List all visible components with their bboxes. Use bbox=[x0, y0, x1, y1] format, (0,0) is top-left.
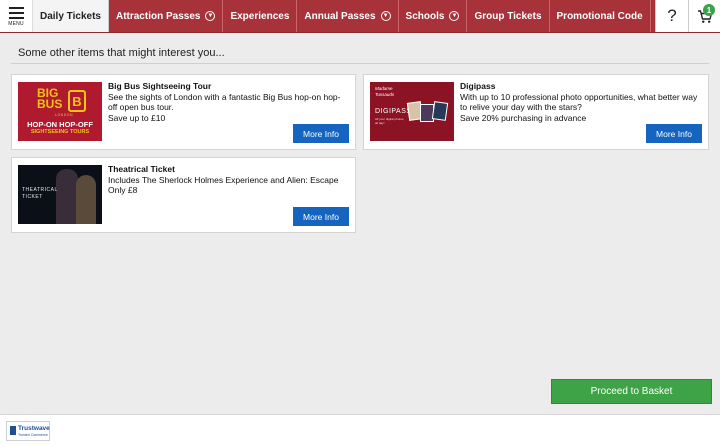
big-bus-logo-word: BIG BUS bbox=[37, 86, 63, 111]
product-description: Includes The Sherlock Holmes Experience … bbox=[108, 174, 339, 185]
product-title: Big Bus Sightseeing Tour bbox=[108, 81, 212, 91]
section-heading: Some other items that might interest you… bbox=[18, 47, 225, 59]
hamburger-icon-bar bbox=[8, 16, 24, 19]
tab-label: Daily Tickets bbox=[40, 10, 101, 22]
big-bus-logo-icon: B bbox=[68, 90, 86, 112]
divider bbox=[11, 63, 709, 64]
hamburger-icon-bar bbox=[8, 11, 24, 14]
menu-button[interactable]: MENU bbox=[0, 0, 33, 32]
digipass-small: All your digital photos, all day! bbox=[375, 117, 405, 125]
product-card-digipass: Madame Tussauds DIGIPASS All your digita… bbox=[363, 74, 709, 150]
tab-label: Attraction Passes bbox=[115, 10, 201, 22]
more-info-button[interactable]: More Info bbox=[293, 124, 349, 143]
big-bus-logo-sub: LONDON bbox=[55, 113, 73, 117]
theatrical-thumbnail[interactable]: THEATRICAL TICKET bbox=[18, 165, 102, 224]
tab-label: Experiences bbox=[230, 10, 290, 22]
tab-attraction-passes[interactable]: Attraction Passes ▼ bbox=[109, 0, 224, 32]
footer: Trustwave Trusted Commerce bbox=[0, 414, 720, 447]
tab-daily-tickets[interactable]: Daily Tickets bbox=[33, 0, 109, 32]
more-info-button[interactable]: More Info bbox=[646, 124, 702, 143]
digipass-thumbnail[interactable]: Madame Tussauds DIGIPASS All your digita… bbox=[370, 82, 454, 141]
trustwave-sub: Trusted Commerce bbox=[18, 433, 48, 437]
big-bus-hop-text: HOP-ON HOP-OFF bbox=[27, 120, 93, 129]
help-button[interactable]: ? bbox=[655, 0, 688, 32]
trustwave-seal[interactable]: Trustwave Trusted Commerce bbox=[6, 421, 50, 441]
product-title: Theatrical Ticket bbox=[108, 164, 175, 174]
figure-image bbox=[56, 169, 78, 224]
product-text: Theatrical Ticket Includes The Sherlock … bbox=[108, 164, 348, 196]
more-info-button[interactable]: More Info bbox=[293, 207, 349, 226]
product-description: With up to 10 professional photo opportu… bbox=[460, 91, 698, 113]
basket-button[interactable]: 1 bbox=[688, 0, 720, 32]
big-bus-sight-text: SIGHTSEEING TOURS bbox=[30, 129, 90, 135]
tab-label: Promotional Code bbox=[556, 10, 643, 22]
product-description: See the sights of London with a fantasti… bbox=[108, 91, 341, 113]
product-card-theatrical: THEATRICAL TICKET Theatrical Ticket Incl… bbox=[11, 157, 356, 233]
product-price: Save 20% purchasing in advance bbox=[460, 112, 587, 123]
photo-image bbox=[431, 101, 449, 121]
tab-experiences[interactable]: Experiences bbox=[223, 0, 298, 32]
product-card-big-bus: BIG BUS B LONDON HOP-ON HOP-OFF SIGHTSEE… bbox=[11, 74, 356, 150]
chevron-down-icon: ▼ bbox=[380, 11, 391, 21]
top-nav: MENU Daily Tickets Attraction Passes ▼ E… bbox=[0, 0, 720, 33]
cart-count-badge: 1 bbox=[703, 4, 715, 16]
theatrical-word: THEATRICAL TICKET bbox=[22, 187, 58, 200]
product-price: Save up to £10 bbox=[108, 112, 166, 123]
tab-promotional-code[interactable]: Promotional Code bbox=[550, 0, 651, 32]
tab-schools[interactable]: Schools ▼ bbox=[399, 0, 468, 32]
digipass-word: DIGIPASS bbox=[375, 108, 412, 115]
chevron-down-icon: ▼ bbox=[205, 11, 216, 21]
hamburger-icon bbox=[8, 6, 24, 9]
tab-label: Schools bbox=[405, 10, 445, 22]
product-price: Only £8 bbox=[108, 185, 138, 195]
tab-label: Annual Passes bbox=[304, 10, 376, 22]
figure-image bbox=[76, 175, 96, 224]
big-bus-thumbnail[interactable]: BIG BUS B LONDON HOP-ON HOP-OFF SIGHTSEE… bbox=[18, 82, 102, 141]
product-text: Digipass With up to 10 professional phot… bbox=[460, 81, 700, 123]
chevron-down-icon: ▼ bbox=[449, 11, 460, 21]
menu-label: MENU bbox=[8, 21, 24, 27]
tab-label: Group Tickets bbox=[474, 10, 542, 22]
proceed-to-basket-button[interactable]: Proceed to Basket bbox=[551, 379, 712, 404]
trustwave-icon bbox=[10, 426, 16, 435]
product-text: Big Bus Sightseeing Tour See the sights … bbox=[108, 81, 348, 123]
product-title: Digipass bbox=[460, 81, 496, 91]
help-icon: ? bbox=[667, 6, 677, 25]
digipass-brand: Madame Tussauds bbox=[375, 86, 395, 97]
tab-annual-passes[interactable]: Annual Passes ▼ bbox=[297, 0, 399, 32]
trustwave-name: Trustwave bbox=[18, 425, 50, 432]
tab-group-tickets[interactable]: Group Tickets bbox=[467, 0, 550, 32]
